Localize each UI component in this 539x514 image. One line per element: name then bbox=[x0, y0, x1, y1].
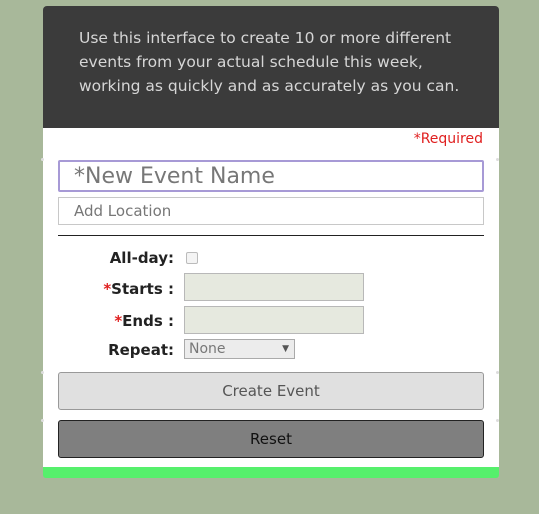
starts-label: *Starts : bbox=[103, 280, 174, 298]
starts-input[interactable] bbox=[184, 273, 364, 301]
reset-button[interactable]: Reset bbox=[58, 420, 484, 458]
event-creation-panel: Use this interface to create 10 or more … bbox=[43, 6, 499, 467]
edge-dot bbox=[41, 419, 44, 422]
edge-dot bbox=[496, 158, 499, 161]
repeat-label: Repeat: bbox=[108, 341, 174, 359]
edge-dot bbox=[496, 419, 499, 422]
repeat-select[interactable]: None ▼ bbox=[184, 339, 295, 359]
edge-dot bbox=[41, 158, 44, 161]
ends-input[interactable] bbox=[184, 306, 364, 334]
accent-bar bbox=[43, 467, 499, 478]
create-event-button[interactable]: Create Event bbox=[58, 372, 484, 410]
ends-label: *Ends : bbox=[114, 312, 174, 330]
repeat-selected-value: None bbox=[189, 341, 226, 357]
divider bbox=[58, 235, 484, 236]
edge-dot bbox=[41, 371, 44, 374]
event-form: *Required All-day: *Starts : *Ends : Rep… bbox=[43, 128, 499, 467]
dropdown-triangle-icon: ▼ bbox=[282, 344, 289, 354]
instructions-text: Use this interface to create 10 or more … bbox=[79, 29, 460, 95]
edge-dot bbox=[496, 371, 499, 374]
location-input[interactable] bbox=[58, 197, 484, 225]
all-day-checkbox[interactable] bbox=[186, 252, 198, 264]
required-note: *Required bbox=[413, 131, 483, 147]
all-day-label: All-day: bbox=[109, 249, 174, 267]
instructions-box: Use this interface to create 10 or more … bbox=[43, 6, 499, 128]
event-name-input[interactable] bbox=[58, 160, 484, 192]
